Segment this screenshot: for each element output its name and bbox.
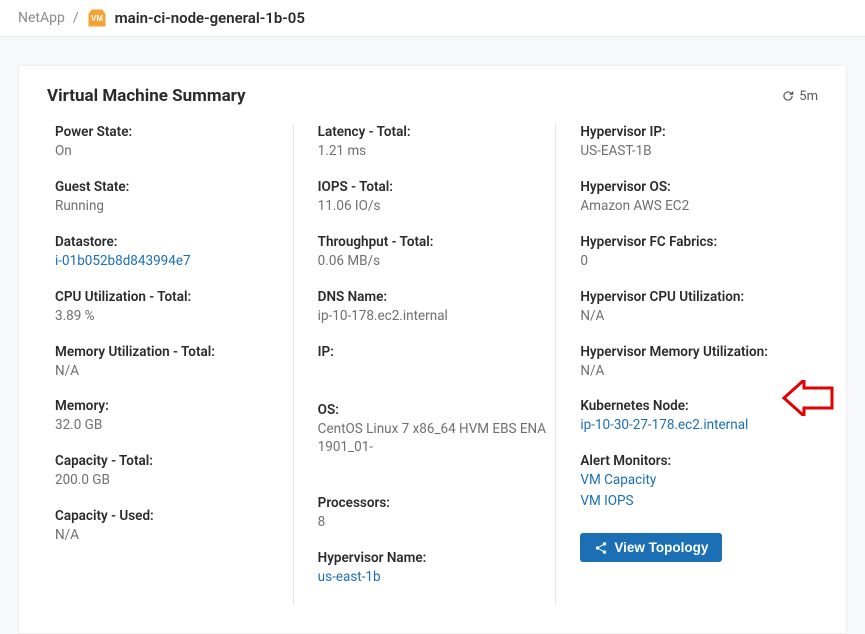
field-value: 200.0 GB <box>55 471 285 490</box>
field-hv-cpu: Hypervisor CPU Utilization: N/A <box>580 289 810 326</box>
field-label: Capacity - Used: <box>55 508 285 524</box>
refresh-icon <box>781 89 795 103</box>
k8s-node-link[interactable]: ip-10-30-27-178.ec2.internal <box>580 416 810 435</box>
field-hv-mem: Hypervisor Memory Utilization: N/A <box>580 344 810 381</box>
alert-link-vm-iops[interactable]: VM IOPS <box>580 492 810 511</box>
field-dns: DNS Name: ip-10-178.ec2.internal <box>318 289 548 326</box>
field-label: Hypervisor IP: <box>580 124 810 140</box>
field-label: Alert Monitors: <box>580 453 810 469</box>
breadcrumb-separator: / <box>73 10 79 26</box>
field-value: N/A <box>580 362 810 381</box>
panel-title: Virtual Machine Summary <box>47 86 246 106</box>
field-label: IOPS - Total: <box>318 179 548 195</box>
field-datastore: Datastore: i-01b052b8d843994e7 <box>55 234 285 271</box>
field-label: Capacity - Total: <box>55 453 285 469</box>
vm-icon: VM <box>87 8 107 28</box>
field-value: Amazon AWS EC2 <box>580 197 810 216</box>
field-label: Kubernetes Node: <box>580 398 810 414</box>
field-label: Throughput - Total: <box>318 234 548 250</box>
field-os: OS: CentOS Linux 7 x86_64 HVM EBS ENA 190… <box>318 402 548 458</box>
field-value: 11.06 IO/s <box>318 197 548 216</box>
field-value: 8 <box>318 513 548 532</box>
field-value: N/A <box>580 307 810 326</box>
field-value: On <box>55 142 285 161</box>
field-throughput: Throughput - Total: 0.06 MB/s <box>318 234 548 271</box>
field-guest-state: Guest State: Running <box>55 179 285 216</box>
field-hv-ip: Hypervisor IP: US-EAST-1B <box>580 124 810 161</box>
field-capacity-used: Capacity - Used: N/A <box>55 508 285 545</box>
field-value: 0 <box>580 252 810 271</box>
field-value: N/A <box>55 362 285 381</box>
field-iops: IOPS - Total: 11.06 IO/s <box>318 179 548 216</box>
field-capacity-total: Capacity - Total: 200.0 GB <box>55 453 285 490</box>
breadcrumb: NetApp / VM main-ci-node-general-1b-05 <box>0 0 865 37</box>
field-label: Guest State: <box>55 179 285 195</box>
field-label: Datastore: <box>55 234 285 250</box>
field-power-state: Power State: On <box>55 124 285 161</box>
field-hv-os: Hypervisor OS: Amazon AWS EC2 <box>580 179 810 216</box>
topology-icon <box>594 541 608 555</box>
refresh-button[interactable]: 5m <box>781 89 818 104</box>
datastore-link[interactable]: i-01b052b8d843994e7 <box>55 252 285 271</box>
field-value: Running <box>55 197 285 216</box>
field-value: CentOS Linux 7 x86_64 HVM EBS ENA 1901_0… <box>318 420 548 458</box>
field-value: N/A <box>55 526 285 545</box>
field-label: Hypervisor FC Fabrics: <box>580 234 810 250</box>
field-label: Memory Utilization - Total: <box>55 344 285 360</box>
view-topology-label: View Topology <box>614 540 708 555</box>
field-memory: Memory: 32.0 GB <box>55 398 285 435</box>
field-cpu-util: CPU Utilization - Total: 3.89 % <box>55 289 285 326</box>
field-label: IP: <box>318 344 548 360</box>
field-label: Memory: <box>55 398 285 414</box>
hypervisor-link[interactable]: us-east-1b <box>318 568 548 587</box>
field-value: 32.0 GB <box>55 416 285 435</box>
alert-link-vm-capacity[interactable]: VM Capacity <box>580 471 810 490</box>
summary-col-1: Power State: On Guest State: Running Datas… <box>47 124 293 605</box>
page-title: main-ci-node-general-1b-05 <box>115 9 305 27</box>
summary-panel: Virtual Machine Summary 5m Power State: O… <box>18 65 847 634</box>
field-label: Power State: <box>55 124 285 140</box>
field-value: 1.21 ms <box>318 142 548 161</box>
field-alert-monitors: Alert Monitors: VM Capacity VM IOPS <box>580 453 810 511</box>
field-value: 3.89 % <box>55 307 285 326</box>
field-mem-util: Memory Utilization - Total: N/A <box>55 344 285 381</box>
field-value: 0.06 MB/s <box>318 252 548 271</box>
summary-col-3: Hypervisor IP: US-EAST-1B Hypervisor OS: A… <box>555 124 818 605</box>
field-label: OS: <box>318 402 548 418</box>
field-hv-fc: Hypervisor FC Fabrics: 0 <box>580 234 810 271</box>
svg-text:VM: VM <box>91 14 103 23</box>
field-k8s-node: Kubernetes Node: ip-10-30-27-178.ec2.inte… <box>580 398 810 435</box>
summary-col-2: Latency - Total: 1.21 ms IOPS - Total: 11.… <box>293 124 556 605</box>
field-value: ip-10-178.ec2.internal <box>318 307 548 326</box>
view-topology-button[interactable]: View Topology <box>580 533 722 562</box>
field-processors: Processors: 8 <box>318 495 548 532</box>
field-ip: IP: <box>318 344 548 360</box>
field-label: Processors: <box>318 495 548 511</box>
field-label: Hypervisor Name: <box>318 550 548 566</box>
field-label: CPU Utilization - Total: <box>55 289 285 305</box>
field-value: US-EAST-1B <box>580 142 810 161</box>
field-label: DNS Name: <box>318 289 548 305</box>
field-latency: Latency - Total: 1.21 ms <box>318 124 548 161</box>
field-label: Hypervisor OS: <box>580 179 810 195</box>
refresh-interval: 5m <box>799 89 818 104</box>
field-label: Latency - Total: <box>318 124 548 140</box>
breadcrumb-root[interactable]: NetApp <box>18 10 65 26</box>
field-label: Hypervisor Memory Utilization: <box>580 344 810 360</box>
field-hypervisor-name: Hypervisor Name: us-east-1b <box>318 550 548 587</box>
field-label: Hypervisor CPU Utilization: <box>580 289 810 305</box>
